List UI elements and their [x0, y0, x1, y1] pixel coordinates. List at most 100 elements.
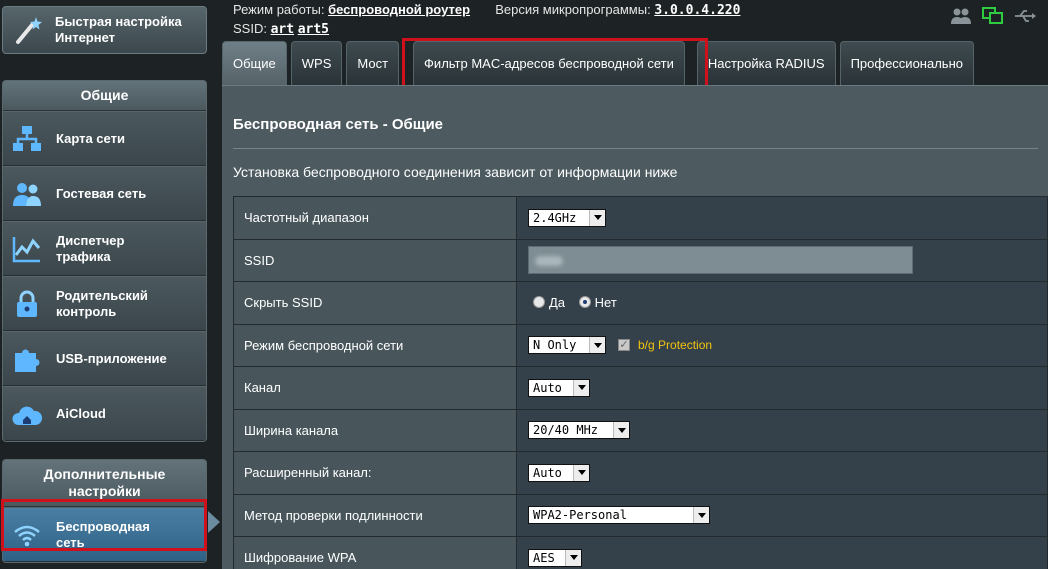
auth-select-value: WPA2-Personal — [533, 508, 627, 523]
tab-radius[interactable]: Настройка RADIUS — [696, 41, 836, 85]
general-group: Общие Карта сети Гостевая сеть Диспетчер… — [2, 80, 207, 442]
chevron-down-icon — [693, 507, 709, 524]
tab-wps[interactable]: WPS — [290, 41, 343, 85]
auth-label: Метод проверки подлинности — [233, 493, 517, 537]
usb-status-icon[interactable] — [1014, 6, 1036, 26]
sidebar-item-label: Беспроводная сеть — [56, 518, 150, 550]
bg-protection-label: b/g Protection — [638, 338, 713, 353]
chevron-down-icon — [573, 379, 589, 396]
title-divider — [233, 148, 1038, 149]
ext-channel-label: Расширенный канал: — [233, 451, 517, 495]
tab-professional[interactable]: Профессионально — [839, 41, 974, 85]
hide-ssid-label: Скрыть SSID — [233, 281, 517, 325]
form-row-encryption: Шифрование WPA AES — [233, 536, 1048, 569]
encryption-select[interactable]: AES — [528, 548, 582, 567]
encryption-label: Шифрование WPA — [233, 536, 517, 569]
chevron-down-icon — [565, 549, 581, 566]
status-bar: Режим работы: беспроводной роутер Версия… — [233, 0, 1048, 40]
bandwidth-label: Ширина канала — [233, 408, 517, 452]
sidebar-item-wireless[interactable]: Беспроводная сеть — [3, 507, 206, 562]
bandwidth-select-value: 20/40 MHz — [533, 423, 599, 438]
guest-users-icon — [10, 177, 44, 211]
hide-ssid-no-radio[interactable]: Нет — [578, 294, 617, 310]
network-map-icon — [10, 122, 44, 156]
ssid-input[interactable] — [528, 246, 913, 275]
ssid-link-5[interactable]: art5 — [298, 22, 329, 37]
ext-channel-select[interactable]: Auto — [528, 463, 590, 482]
channel-select-value: Auto — [533, 380, 562, 395]
sidebar-item-network-map[interactable]: Карта сети — [3, 111, 206, 166]
tab-general[interactable]: Общие — [222, 41, 287, 85]
sidebar: Быстрая настройка Интернет Общие Карта с… — [0, 0, 220, 569]
bg-protection-checkbox[interactable]: ✓ b/g Protection — [618, 338, 712, 352]
form-row-channel: Канал Auto — [233, 366, 1048, 410]
form-row-auth: Метод проверки подлинности WPA2-Personal — [233, 493, 1048, 537]
page-description: Установка беспроводного соединения завис… — [233, 164, 678, 180]
mode-select[interactable]: N Only — [528, 336, 606, 355]
bandwidth-select[interactable]: 20/40 MHz — [528, 421, 630, 440]
form-row-mode: Режим беспроводной сети N Only ✓ b/g Prote… — [233, 323, 1048, 367]
operation-mode-label: Режим работы: — [233, 2, 325, 17]
ssid-link-24[interactable]: art — [271, 22, 294, 37]
sidebar-item-parental-control[interactable]: Родительский контроль — [3, 276, 206, 331]
chevron-down-icon — [589, 337, 605, 354]
form-row-band: Частотный диапазон 2.4GHz — [233, 196, 1048, 240]
encryption-select-value: AES — [533, 550, 555, 565]
ssid-redacted-value — [535, 256, 563, 267]
wireless-settings-form: Частотный диапазон 2.4GHz SSID Скрыть SS… — [233, 196, 1048, 569]
sidebar-item-traffic-manager[interactable]: Диспетчер трафика — [3, 221, 206, 276]
operation-mode-link[interactable]: беспроводной роутер — [328, 2, 470, 17]
hide-ssid-no-label: Нет — [594, 294, 617, 310]
chevron-down-icon — [589, 209, 605, 226]
puzzle-icon — [10, 342, 44, 376]
advanced-group-title: Дополнительные настройки — [3, 460, 206, 507]
lock-icon — [10, 287, 44, 321]
wifi-icon — [10, 518, 44, 552]
sidebar-item-label: Родительский контроль — [56, 287, 148, 319]
ext-channel-select-value: Auto — [533, 465, 562, 480]
advanced-group: Дополнительные настройки Беспроводная се… — [2, 459, 207, 563]
clients-status-icon[interactable] — [950, 6, 972, 26]
tab-bar: Общие WPS Мост Фильтр MAC-адресов беспро… — [222, 41, 974, 85]
form-row-bandwidth: Ширина канала 20/40 MHz — [233, 408, 1048, 452]
tab-mac-filter[interactable]: Фильтр MAC-адресов беспроводной сети — [413, 41, 685, 85]
form-row-ext-channel: Расширенный канал: Auto — [233, 451, 1048, 495]
hide-ssid-yes-label: Да — [549, 294, 566, 310]
active-item-arrow-icon — [208, 511, 220, 533]
sidebar-item-aicloud[interactable]: AiCloud — [3, 386, 206, 441]
quick-setup-label: Быстрая настройка Интернет — [55, 14, 182, 45]
traffic-chart-icon — [10, 232, 44, 266]
quick-setup-button[interactable]: Быстрая настройка Интернет — [2, 6, 207, 54]
mode-select-value: N Only — [533, 338, 577, 353]
settings-panel: Беспроводная сеть - Общие Установка бесп… — [222, 85, 1048, 569]
general-group-title: Общие — [3, 81, 206, 111]
channel-select[interactable]: Auto — [528, 378, 590, 397]
hide-ssid-yes-radio[interactable]: Да — [533, 295, 565, 310]
router-admin-page: Быстрая настройка Интернет Общие Карта с… — [0, 0, 1048, 569]
form-row-hide-ssid: Скрыть SSID Да Нет — [233, 281, 1048, 325]
firmware-version-link[interactable]: 3.0.0.4.220 — [654, 3, 740, 18]
firmware-label: Версия микропрограммы: — [495, 2, 651, 17]
page-title: Беспроводная сеть - Общие — [233, 116, 444, 133]
internet-status-icon[interactable] — [982, 6, 1004, 26]
sidebar-item-usb-app[interactable]: USB-приложение — [3, 331, 206, 386]
band-label: Частотный диапазон — [233, 196, 517, 240]
sidebar-item-label: Диспетчер трафика — [56, 232, 125, 264]
cloud-home-icon — [10, 397, 44, 431]
chevron-down-icon — [613, 422, 629, 439]
ssid-label: SSID: — [233, 21, 267, 36]
magic-wand-icon — [13, 13, 43, 47]
form-row-ssid: SSID — [233, 238, 1048, 282]
chevron-down-icon — [573, 464, 589, 481]
channel-label: Канал — [233, 366, 517, 410]
tab-bridge[interactable]: Мост — [346, 41, 400, 85]
sidebar-item-label: USB-приложение — [56, 350, 167, 366]
sidebar-item-label: AiCloud — [56, 405, 106, 421]
sidebar-item-guest-network[interactable]: Гостевая сеть — [3, 166, 206, 221]
sidebar-item-label: Гостевая сеть — [56, 185, 147, 201]
mode-label: Режим беспроводной сети — [233, 323, 517, 367]
auth-select[interactable]: WPA2-Personal — [528, 506, 710, 525]
sidebar-item-label: Карта сети — [56, 130, 125, 146]
band-select[interactable]: 2.4GHz — [528, 208, 606, 227]
ssid-field-label: SSID — [233, 238, 517, 282]
